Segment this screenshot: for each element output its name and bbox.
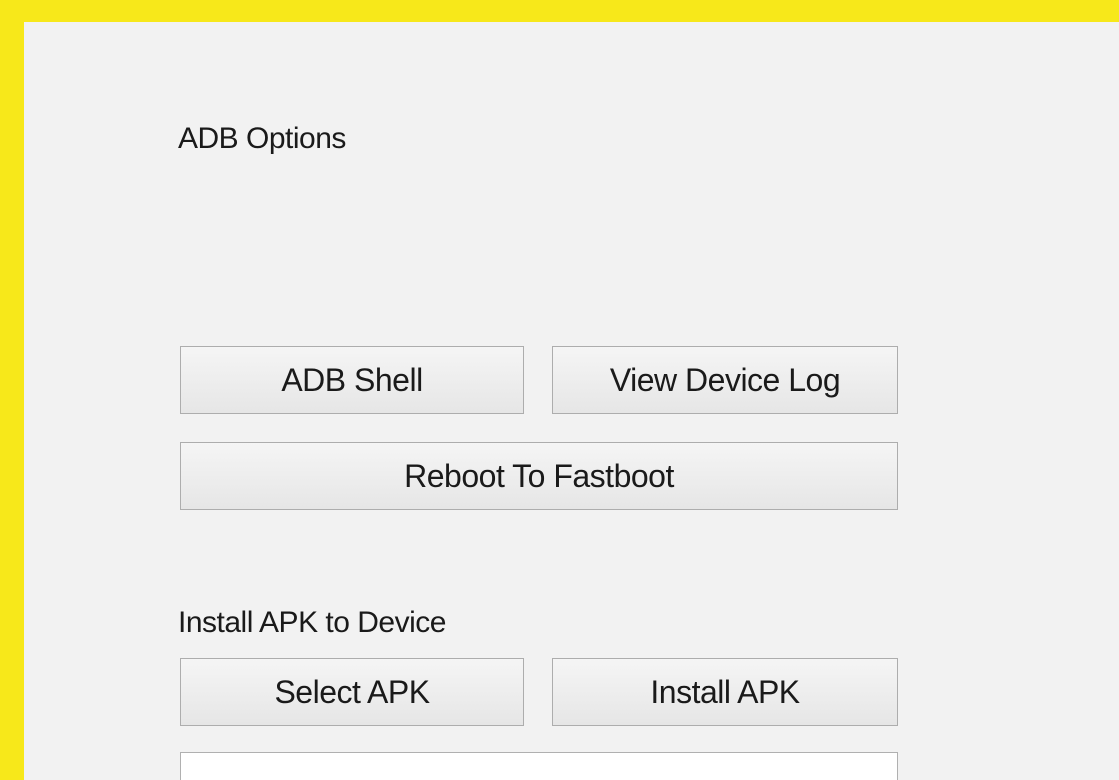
reboot-to-fastboot-button[interactable]: Reboot To Fastboot [180, 442, 898, 510]
install-apk-label: Install APK to Device [178, 606, 446, 639]
apk-path-field[interactable] [180, 752, 898, 780]
select-apk-button[interactable]: Select APK [180, 658, 524, 726]
view-device-log-button[interactable]: View Device Log [552, 346, 898, 414]
adb-options-label: ADB Options [178, 122, 346, 155]
adb-shell-button[interactable]: ADB Shell [180, 346, 524, 414]
adb-options-panel: ADB Options ADB Shell View Device Log Re… [24, 22, 1119, 780]
install-apk-button[interactable]: Install APK [552, 658, 898, 726]
